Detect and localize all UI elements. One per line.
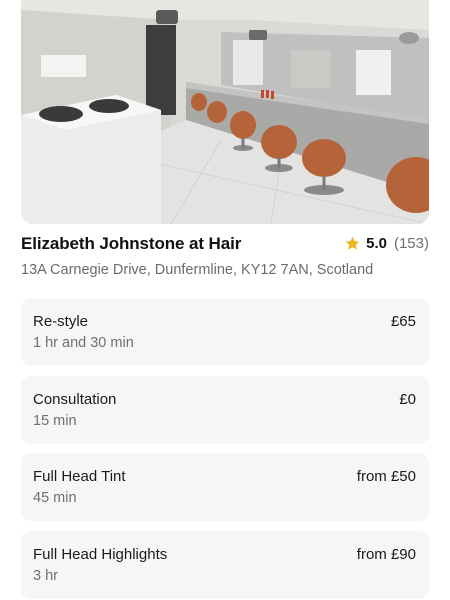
service-name: Full Head Highlights [33,545,168,563]
service-card-consultation[interactable]: Consultation 15 min £0 [21,375,429,444]
service-name: Full Head Tint [33,468,126,485]
service-price: £0 [399,390,416,408]
service-duration: 45 min [33,490,77,506]
venue-page: Elizabeth Johnstone at Hair 5.0 (153) 13… [0,0,450,600]
service-name: Consultation [33,390,117,408]
star-icon [345,236,360,250]
venue-address[interactable]: 13A Carnegie Drive, Dunfermline, KY12 7A… [21,262,373,278]
rating-score: 5.0 [366,235,387,252]
review-count: (153) [393,235,429,252]
venue-name: Elizabeth Johnstone at Hair [21,234,242,253]
service-duration: 1 hr and 30 min [33,335,134,351]
service-card-full-head-highlights[interactable]: Full Head Highlights 3 hr from £90 [21,530,429,599]
rating[interactable]: 5.0 (153) [344,235,429,252]
service-duration: 15 min [33,412,77,429]
service-duration: 3 hr [33,567,58,584]
service-card-re-style[interactable]: Re-style 1 hr and 30 min £65 [21,298,429,366]
services-list: Re-style 1 hr and 30 min £65 Consultatio… [21,298,429,600]
venue-photo[interactable] [21,0,429,224]
service-price: from £50 [356,468,416,485]
service-price: £65 [390,313,416,330]
service-card-full-head-tint[interactable]: Full Head Tint 45 min from £50 [21,453,429,521]
service-price: from £90 [356,545,416,563]
service-name: Re-style [33,313,89,330]
